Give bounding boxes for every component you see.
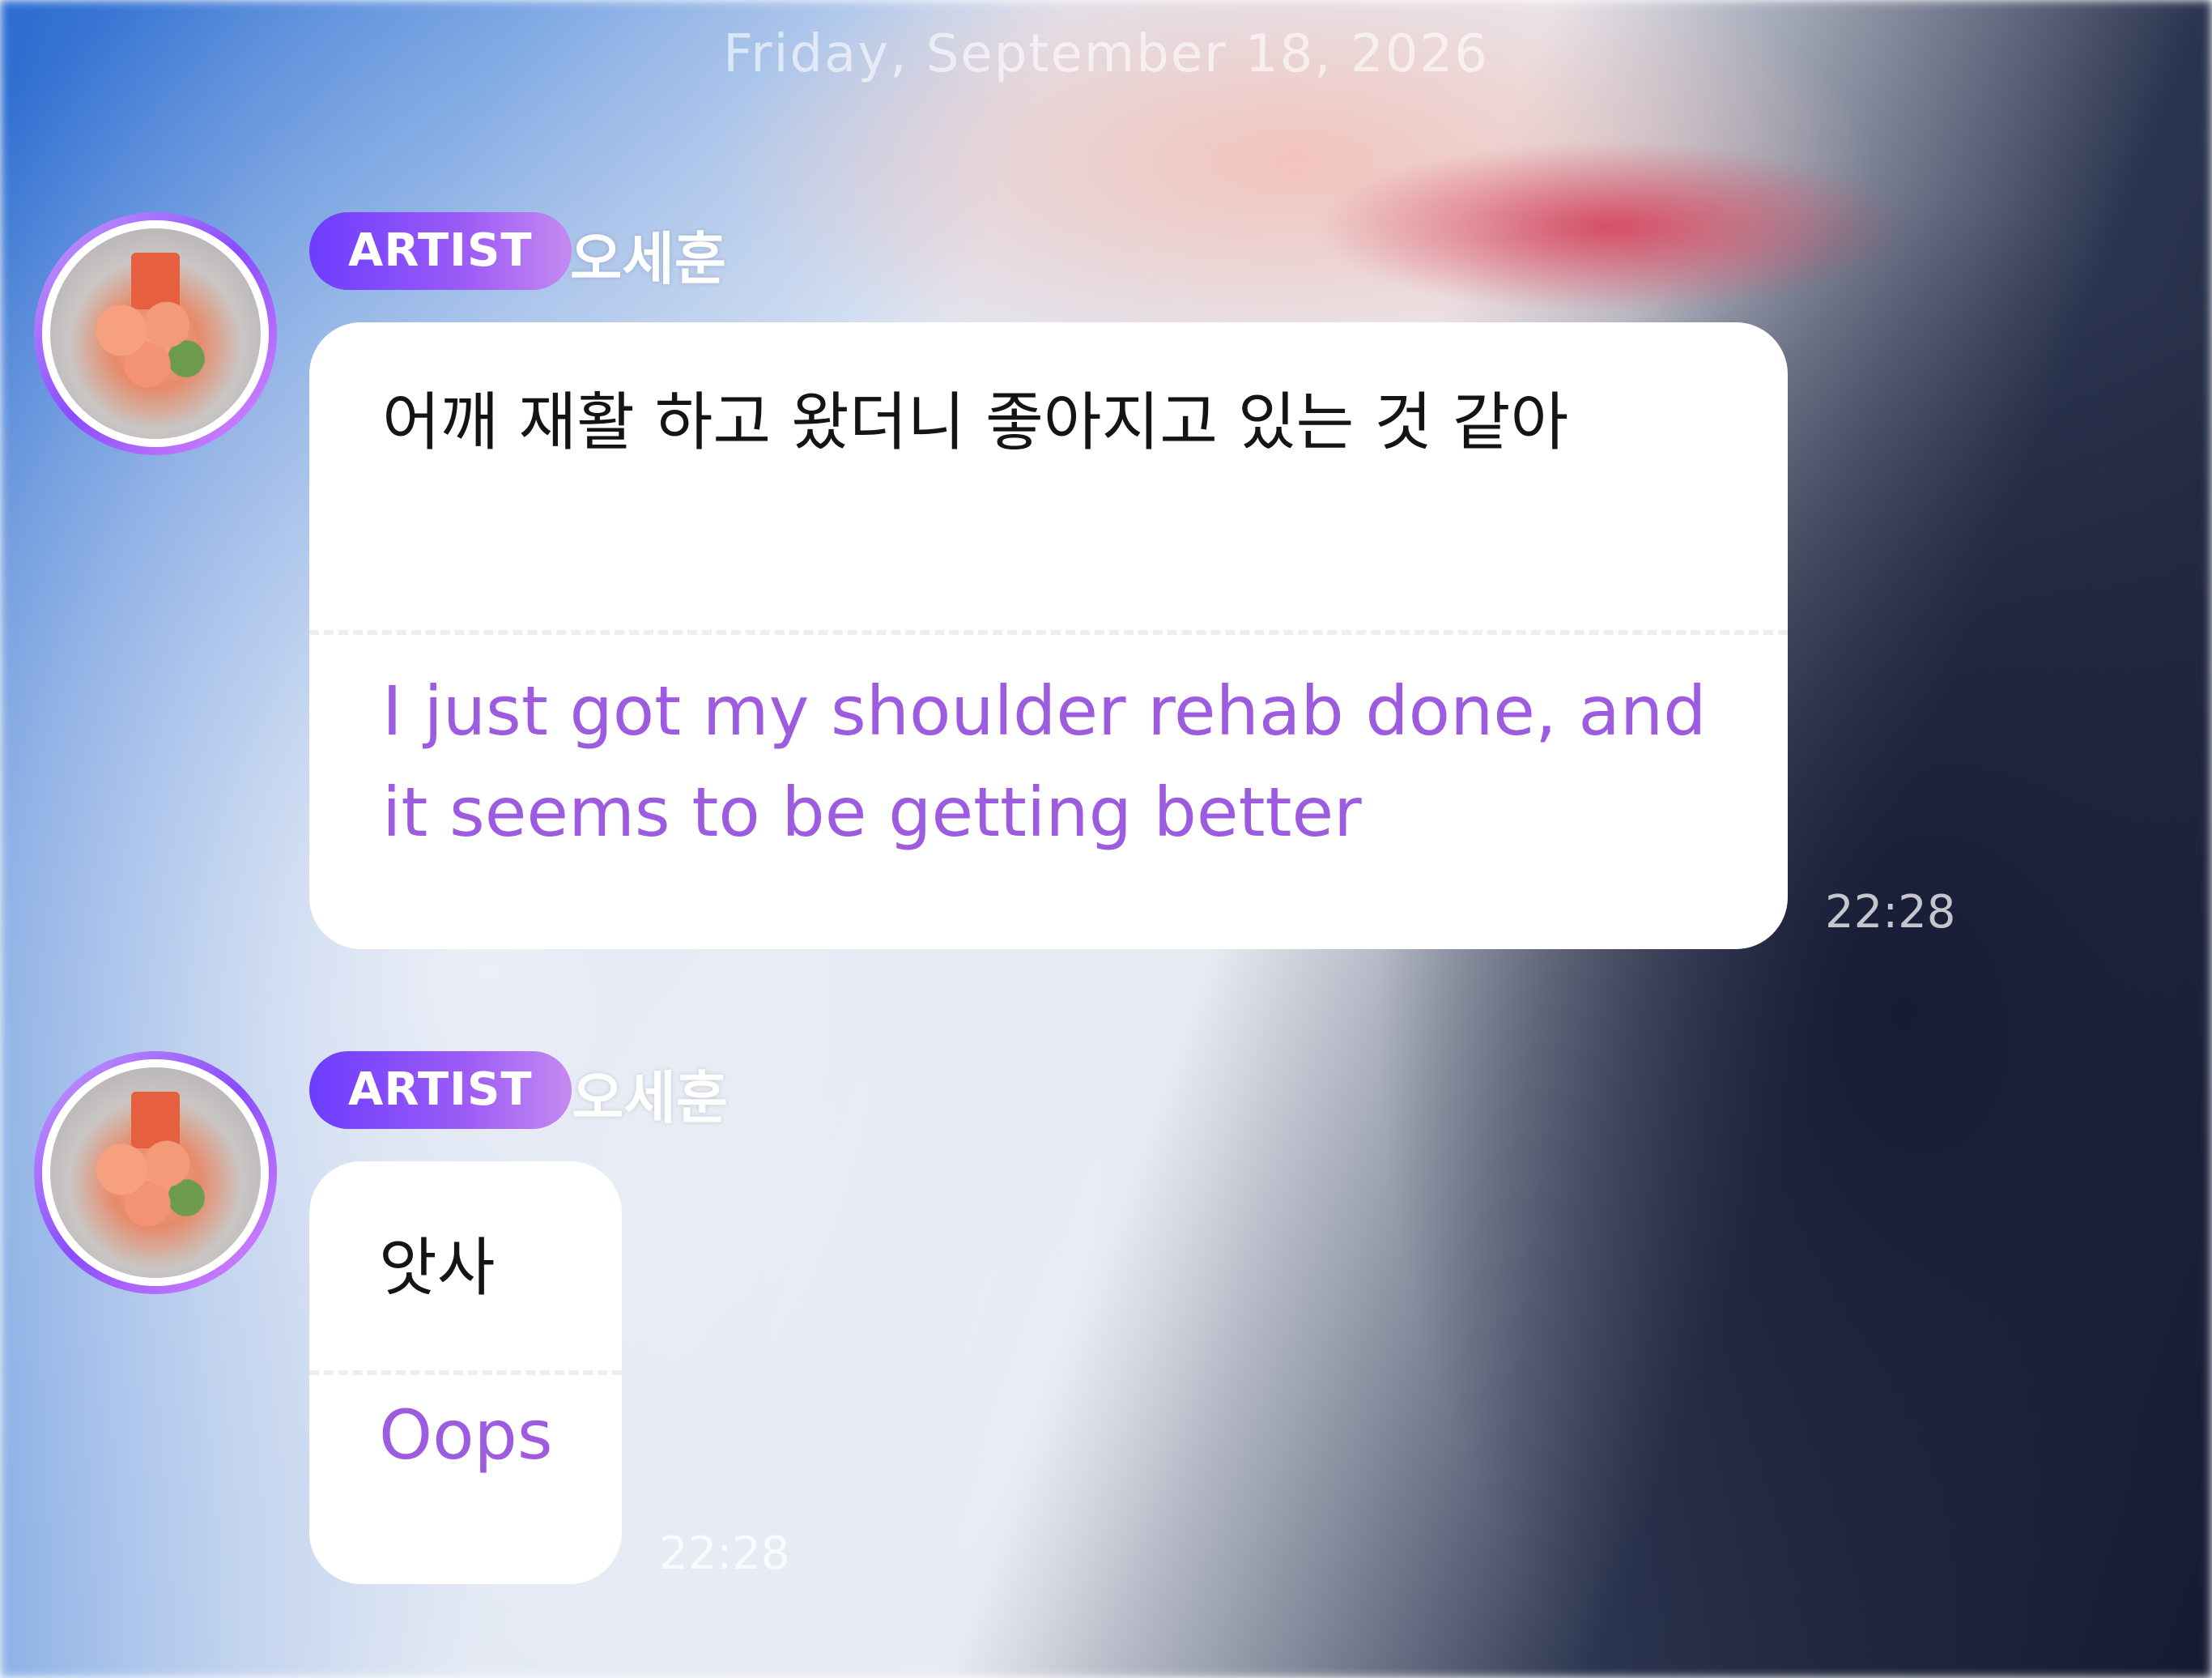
avatar-image [50,228,261,439]
message-time: 22:28 [659,1527,790,1580]
avatar[interactable] [34,212,277,455]
avatar-flowers [83,1124,212,1237]
avatar-flowers [83,285,212,398]
message-time: 22:28 [1825,886,1956,939]
sender-name[interactable]: 오세훈 [572,1053,728,1135]
artist-badge: ARTIST [309,212,572,290]
message-bubble[interactable]: 앗사 Oops [309,1161,622,1584]
translation-divider [309,630,1788,635]
avatar[interactable] [34,1051,277,1294]
avatar-frame [42,1059,269,1286]
sender-name[interactable]: 오세훈 [570,214,726,296]
message-text-translation: I just got my shoulder rehab done, and i… [382,671,1707,852]
artist-badge: ARTIST [309,1051,572,1129]
message-text-original: 앗사 [379,1232,496,1305]
message-text-translation: Oops [379,1395,553,1475]
message-text-original: 어깨 재활 하고 왔더니 좋아지고 있는 것 같아 [382,386,1569,459]
message-bubble[interactable]: 어깨 재활 하고 왔더니 좋아지고 있는 것 같아 I just got my … [309,322,1788,949]
translation-divider [309,1370,622,1375]
avatar-image [50,1067,261,1278]
date-header: Friday, September 18, 2026 [723,24,1489,84]
avatar-frame [42,220,269,447]
